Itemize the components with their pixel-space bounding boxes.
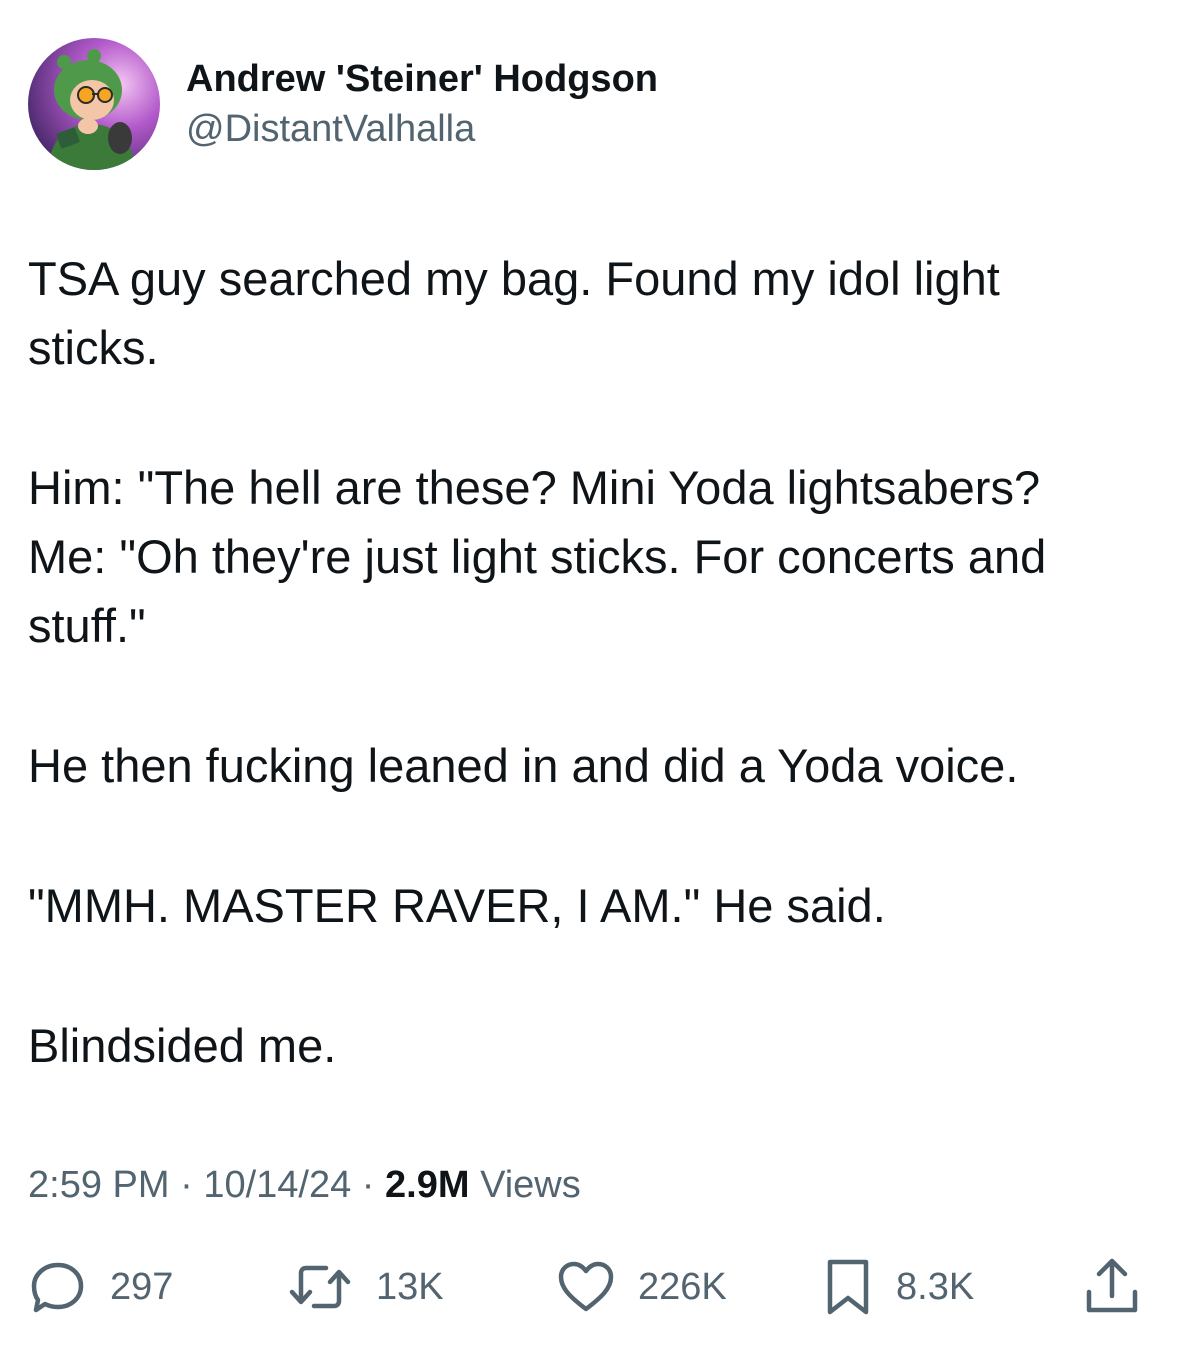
repost-icon xyxy=(286,1257,354,1317)
author-names: Andrew 'Steiner' Hodgson @DistantValhall… xyxy=(186,54,658,154)
tweet-date[interactable]: 10/14/24 xyxy=(203,1164,351,1206)
views-label: Views xyxy=(480,1164,581,1206)
meta-separator: · xyxy=(180,1164,193,1206)
reply-button[interactable]: 297 xyxy=(28,1254,173,1320)
meta-separator: · xyxy=(361,1164,375,1206)
share-icon xyxy=(1082,1256,1142,1318)
like-button[interactable]: 226K xyxy=(556,1254,727,1320)
tweet-paragraph: Him: "The hell are these? Mini Yoda ligh… xyxy=(28,461,1047,652)
display-name[interactable]: Andrew 'Steiner' Hodgson xyxy=(186,54,658,104)
avatar[interactable] xyxy=(28,38,160,170)
heart-icon xyxy=(556,1257,616,1317)
reply-icon xyxy=(28,1257,88,1317)
handle[interactable]: @DistantValhalla xyxy=(186,104,658,154)
bookmark-icon xyxy=(822,1256,874,1318)
avatar-image xyxy=(28,38,160,170)
action-bar: 297 13K 226K 8.3K xyxy=(0,1254,1179,1320)
repost-count: 13K xyxy=(376,1265,444,1308)
tweet-time[interactable]: 2:59 PM xyxy=(28,1164,170,1206)
tweet-meta: 2:59 PM · 10/14/24 · 2.9M Views xyxy=(28,1157,581,1213)
tweet-text: TSA guy searched my bag. Found my idol l… xyxy=(28,244,1153,1080)
bookmark-count: 8.3K xyxy=(896,1265,975,1308)
tweet-paragraph: TSA guy searched my bag. Found my idol l… xyxy=(28,252,1000,374)
bookmark-button[interactable]: 8.3K xyxy=(822,1254,974,1320)
share-button[interactable] xyxy=(1082,1254,1142,1320)
views-count[interactable]: 2.9M xyxy=(385,1164,469,1206)
reply-count: 297 xyxy=(110,1265,174,1308)
tweet-header: Andrew 'Steiner' Hodgson @DistantValhall… xyxy=(28,38,658,170)
tweet-paragraph: He then fucking leaned in and did a Yoda… xyxy=(28,739,1019,792)
tweet-paragraph: "MMH. MASTER RAVER, I AM." He said. xyxy=(28,879,886,932)
tweet-paragraph: Blindsided me. xyxy=(28,1019,337,1072)
repost-button[interactable]: 13K xyxy=(286,1254,444,1320)
like-count: 226K xyxy=(638,1265,727,1308)
